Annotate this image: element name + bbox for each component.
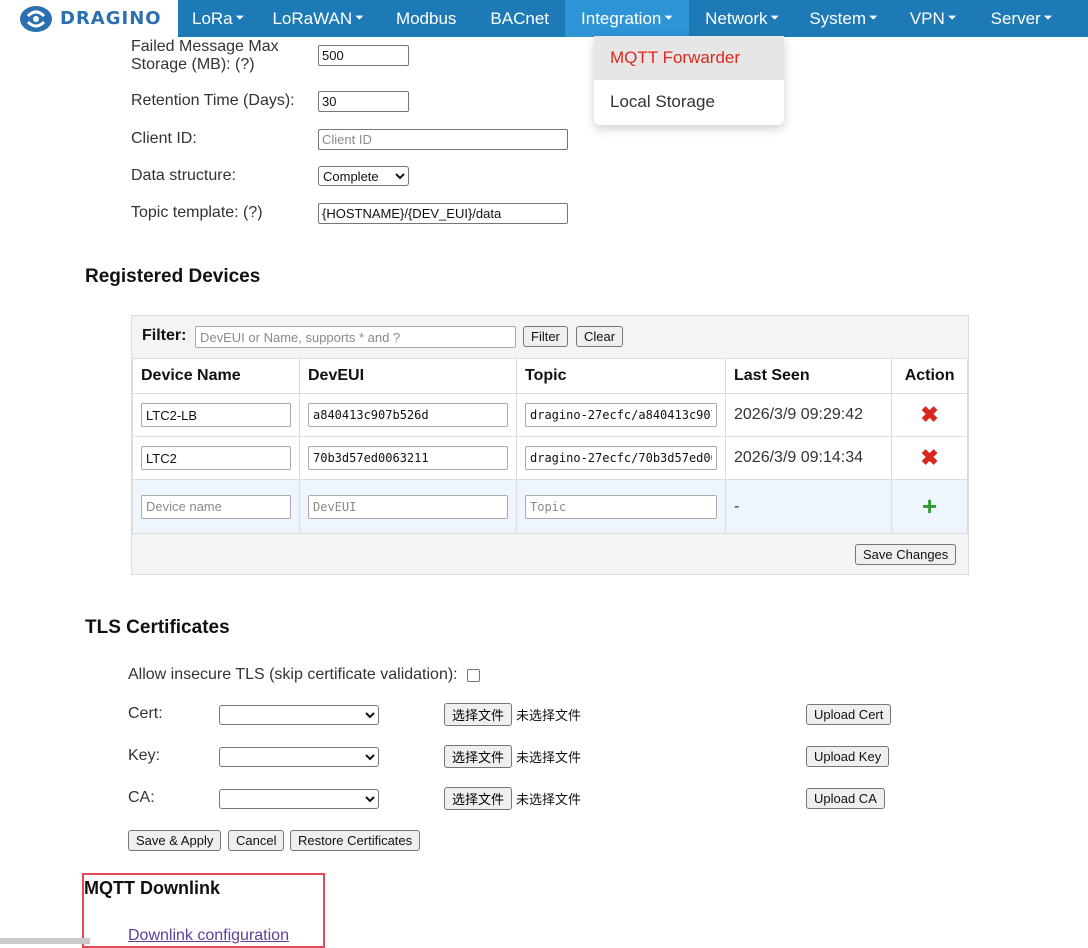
failed-storage-input[interactable] — [318, 45, 409, 66]
cert-choose-file-button[interactable]: 选择文件 — [444, 703, 513, 726]
ca-select[interactable] — [219, 789, 379, 809]
highlight-box — [82, 873, 325, 948]
deveui-input[interactable] — [308, 446, 508, 470]
device-name-input[interactable] — [141, 403, 291, 427]
nav-vpn[interactable]: VPN ⏷ — [894, 0, 973, 37]
restore-certificates-button[interactable]: Restore Certificates — [290, 830, 421, 851]
ca-no-file-text: 未选择文件 — [516, 792, 582, 807]
menu-item-mqtt-forwarder[interactable]: MQTT Forwarder — [594, 36, 784, 80]
data-structure-select[interactable]: Complete — [318, 166, 409, 186]
cert-select[interactable] — [219, 705, 379, 725]
logo-text: DRAGINO — [60, 8, 162, 29]
topic-input[interactable] — [525, 446, 717, 470]
caret-down-icon: ⏷ — [235, 12, 245, 24]
nav-lora[interactable]: LoRa ⏷ — [178, 0, 258, 37]
device-name-input[interactable] — [141, 446, 291, 470]
deveui-input[interactable] — [308, 403, 508, 427]
failed-storage-label: Failed Message Max Storage (MB): (?) — [131, 38, 279, 73]
dragino-logo[interactable]: DRAGINO — [0, 0, 178, 37]
upload-ca-button[interactable]: Upload CA — [806, 788, 885, 809]
retention-input[interactable] — [318, 91, 409, 112]
save-apply-button[interactable]: Save & Apply — [128, 830, 222, 851]
nav-lorawan[interactable]: LoRaWAN ⏷ — [258, 0, 377, 37]
caret-down-icon: ⏷ — [355, 12, 364, 24]
ca-label: CA: — [128, 789, 155, 806]
cancel-button[interactable]: Cancel — [228, 830, 285, 851]
data-structure-label: Data structure: — [131, 167, 236, 184]
new-deveui-input[interactable] — [308, 494, 508, 519]
retention-label: Retention Time (Days): — [131, 92, 295, 109]
caret-down-icon: ⏷ — [1043, 12, 1053, 24]
tls-certificates-heading: TLS Certificates — [85, 617, 230, 638]
upload-key-button[interactable]: Upload Key — [806, 746, 890, 767]
client-id-input[interactable] — [318, 129, 568, 150]
topic-template-input[interactable] — [318, 203, 568, 224]
devices-panel: Filter: Filter Clear Device Name DevEUI … — [131, 315, 969, 575]
save-changes-button[interactable]: Save Changes — [855, 544, 957, 565]
insecure-tls-checkbox[interactable] — [467, 669, 480, 682]
new-device-row: - + — [132, 479, 968, 534]
nav-integration[interactable]: Integration ⏷ — [565, 0, 690, 37]
cert-label: Cert: — [128, 705, 163, 722]
nav-modbus[interactable]: Modbus — [378, 0, 474, 37]
delete-icon[interactable]: ✖ — [900, 445, 959, 471]
key-file-chooser: 选择文件 未选择文件 — [444, 745, 581, 768]
col-last-seen: Last Seen — [724, 358, 893, 394]
caret-down-icon: ⏷ — [664, 12, 674, 24]
integration-dropdown-menu: MQTT Forwarder Local Storage — [594, 36, 784, 125]
nav-system[interactable]: System ⏷ — [793, 0, 894, 37]
table-row: 2026/3/9 09:14:34 ✖ — [132, 436, 968, 480]
clear-button[interactable]: Clear — [576, 326, 624, 347]
key-label: Key: — [128, 747, 161, 764]
registered-devices-heading: Registered Devices — [85, 266, 261, 287]
key-no-file-text: 未选择文件 — [516, 750, 582, 765]
new-last-seen: - — [724, 479, 893, 534]
add-icon[interactable]: + — [900, 491, 959, 522]
dragino-logo-icon — [20, 5, 52, 32]
last-seen: 2026/3/9 09:29:42 — [724, 393, 893, 437]
table-header-row: Device Name DevEUI Topic Last Seen Actio… — [132, 358, 968, 394]
col-device-name: Device Name — [132, 358, 300, 394]
filter-row: Filter: Filter Clear — [132, 316, 968, 358]
new-topic-input[interactable] — [525, 494, 717, 519]
caret-down-icon: ⏷ — [947, 12, 957, 24]
col-action: Action — [891, 358, 968, 394]
ca-choose-file-button[interactable]: 选择文件 — [444, 787, 513, 810]
caret-down-icon: ⏷ — [770, 12, 780, 24]
table-row: 2026/3/9 09:29:42 ✖ — [132, 393, 968, 437]
nav-network[interactable]: Network ⏷ — [689, 0, 793, 37]
key-choose-file-button[interactable]: 选择文件 — [444, 745, 513, 768]
caret-down-icon: ⏷ — [869, 12, 878, 24]
ca-file-chooser: 选择文件 未选择文件 — [444, 787, 581, 810]
upload-cert-button[interactable]: Upload Cert — [806, 704, 892, 725]
menu-item-local-storage[interactable]: Local Storage — [594, 80, 784, 124]
horizontal-scrollbar[interactable] — [0, 938, 90, 944]
devices-table: Device Name DevEUI Topic Last Seen Actio… — [132, 358, 968, 534]
nav-bacnet[interactable]: BACnet — [474, 0, 565, 37]
cert-no-file-text: 未选择文件 — [516, 708, 582, 723]
col-deveui: DevEUI — [299, 358, 517, 394]
key-select[interactable] — [219, 747, 379, 767]
filter-button[interactable]: Filter — [523, 326, 568, 347]
top-navbar: DRAGINO LoRa ⏷ LoRaWAN ⏷ Modbus BACnet Int… — [0, 0, 1088, 37]
nav-server[interactable]: Server ⏷ — [973, 0, 1065, 37]
new-device-name-input[interactable] — [141, 494, 291, 519]
insecure-tls-label: Allow insecure TLS (skip certificate val… — [128, 666, 458, 683]
delete-icon[interactable]: ✖ — [900, 402, 959, 428]
last-seen: 2026/3/9 09:14:34 — [724, 436, 893, 480]
topic-input[interactable] — [525, 403, 717, 427]
col-topic: Topic — [516, 358, 726, 394]
filter-input[interactable] — [195, 326, 516, 348]
filter-label: Filter: — [142, 327, 187, 344]
topic-template-label: Topic template: (?) — [131, 204, 263, 221]
client-id-label: Client ID: — [131, 130, 197, 147]
cert-file-chooser: 选择文件 未选择文件 — [444, 703, 581, 726]
